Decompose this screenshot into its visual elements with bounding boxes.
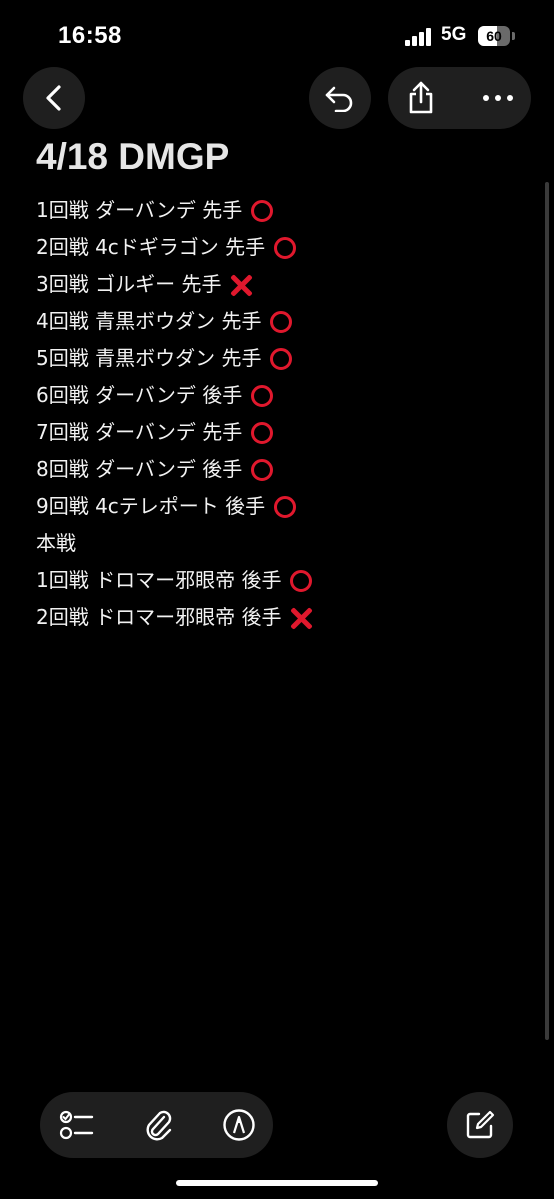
red-circle-mark-icon xyxy=(250,421,274,445)
red-circle-mark-icon xyxy=(269,310,293,334)
note-line: 4回戦 青黒ボウダン 先手 xyxy=(36,303,516,340)
undo-button[interactable] xyxy=(309,67,371,129)
red-circle-mark-icon xyxy=(250,199,274,223)
note-line-text: 3回戦 ゴルギー 先手 xyxy=(36,272,222,296)
chevron-left-icon xyxy=(46,85,61,111)
note-line-text: 4回戦 青黒ボウダン 先手 xyxy=(36,309,262,333)
note-line: 1回戦 ドロマー邪眼帝 後手 xyxy=(36,562,516,599)
checklist-button[interactable] xyxy=(44,1092,110,1158)
battery-cap xyxy=(512,32,515,40)
red-circle-mark-icon xyxy=(250,458,274,482)
note-line-text: 1回戦 ドロマー邪眼帝 後手 xyxy=(36,568,282,592)
note-line-text: 6回戦 ダーバンデ 後手 xyxy=(36,383,243,407)
status-bar: 16:58 5G 60 xyxy=(0,0,554,70)
red-circle-mark-icon xyxy=(250,384,274,408)
red-cross-mark-icon xyxy=(229,273,253,297)
note-line-text: 9回戦 4cテレポート 後手 xyxy=(36,494,266,518)
red-cross-mark-icon xyxy=(289,606,313,630)
undo-icon xyxy=(325,86,353,112)
note-body[interactable]: 1回戦 ダーバンデ 先手 2回戦 4cドギラゴン 先手 3回戦 ゴルギー 先手 4回戦… xyxy=(36,192,516,636)
note-line: 7回戦 ダーバンデ 先手 xyxy=(36,414,516,451)
home-indicator[interactable] xyxy=(176,1180,378,1186)
markup-button[interactable] xyxy=(206,1092,272,1158)
note-line: 2回戦 ドロマー邪眼帝 後手 xyxy=(36,599,516,636)
battery-percent: 60 xyxy=(486,28,502,44)
status-time: 16:58 xyxy=(58,22,122,49)
note-line: 2回戦 4cドギラゴン 先手 xyxy=(36,229,516,266)
checklist-icon xyxy=(59,1110,94,1140)
note-line-text: 2回戦 ドロマー邪眼帝 後手 xyxy=(36,605,282,629)
network-type: 5G xyxy=(441,24,467,45)
pen-markup-icon xyxy=(223,1109,255,1141)
note-line-text: 2回戦 4cドギラゴン 先手 xyxy=(36,235,266,259)
more-button[interactable] xyxy=(465,67,531,129)
back-button[interactable] xyxy=(23,67,85,129)
red-circle-mark-icon xyxy=(273,236,297,260)
red-circle-mark-icon xyxy=(289,569,313,593)
share-button[interactable] xyxy=(388,67,454,129)
note-line: 8回戦 ダーバンデ 後手 xyxy=(36,451,516,488)
note-line-text: 7回戦 ダーバンデ 先手 xyxy=(36,420,243,444)
note-line-text: 8回戦 ダーバンデ 後手 xyxy=(36,457,243,481)
note-line: 3回戦 ゴルギー 先手 xyxy=(36,266,516,303)
cellular-signal-icon xyxy=(405,28,433,46)
share-icon xyxy=(409,81,433,114)
note-title[interactable]: 4/18 DMGP xyxy=(36,136,229,178)
note-line: 6回戦 ダーバンデ 後手 xyxy=(36,377,516,414)
scrollbar[interactable] xyxy=(545,182,549,1040)
bottom-toolbar xyxy=(40,1092,273,1158)
note-line: 1回戦 ダーバンデ 先手 xyxy=(36,192,516,229)
red-circle-mark-icon xyxy=(273,495,297,519)
note-line-text: 5回戦 青黒ボウダン 先手 xyxy=(36,346,262,370)
ellipsis-icon xyxy=(483,95,513,101)
compose-icon xyxy=(466,1110,495,1139)
note-line-text: 1回戦 ダーバンデ 先手 xyxy=(36,198,243,222)
attach-button[interactable] xyxy=(125,1092,191,1158)
paperclip-icon xyxy=(146,1110,172,1141)
battery-icon: 60 xyxy=(478,26,510,46)
note-line-text: 本戦 xyxy=(36,531,76,555)
note-line: 本戦 xyxy=(36,525,516,562)
red-circle-mark-icon xyxy=(269,347,293,371)
actions-pill xyxy=(388,67,531,129)
note-line: 9回戦 4cテレポート 後手 xyxy=(36,488,516,525)
note-line: 5回戦 青黒ボウダン 先手 xyxy=(36,340,516,377)
compose-button[interactable] xyxy=(447,1092,513,1158)
